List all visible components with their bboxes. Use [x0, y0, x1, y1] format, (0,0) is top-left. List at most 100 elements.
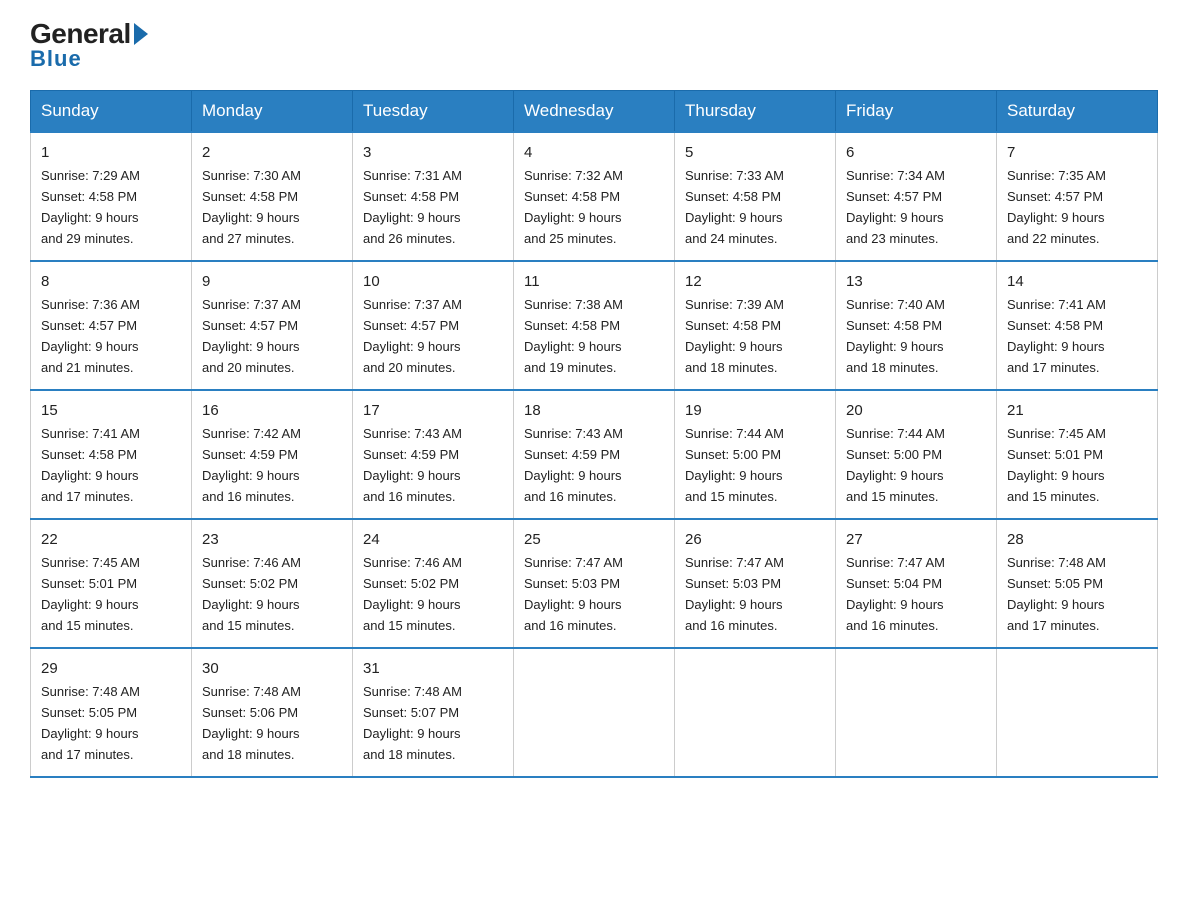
calendar-cell: 28 Sunrise: 7:48 AMSunset: 5:05 PMDaylig… [997, 519, 1158, 648]
weekday-header-monday: Monday [192, 91, 353, 133]
weekday-header-wednesday: Wednesday [514, 91, 675, 133]
day-info: Sunrise: 7:46 AMSunset: 5:02 PMDaylight:… [363, 555, 462, 633]
calendar-cell [997, 648, 1158, 777]
logo: General Blue [30, 20, 148, 72]
calendar-cell: 31 Sunrise: 7:48 AMSunset: 5:07 PMDaylig… [353, 648, 514, 777]
calendar-cell: 16 Sunrise: 7:42 AMSunset: 4:59 PMDaylig… [192, 390, 353, 519]
calendar-cell: 24 Sunrise: 7:46 AMSunset: 5:02 PMDaylig… [353, 519, 514, 648]
calendar-cell: 23 Sunrise: 7:46 AMSunset: 5:02 PMDaylig… [192, 519, 353, 648]
day-info: Sunrise: 7:43 AMSunset: 4:59 PMDaylight:… [524, 426, 623, 504]
day-number: 6 [846, 141, 986, 164]
day-number: 19 [685, 399, 825, 422]
calendar-cell: 14 Sunrise: 7:41 AMSunset: 4:58 PMDaylig… [997, 261, 1158, 390]
day-info: Sunrise: 7:38 AMSunset: 4:58 PMDaylight:… [524, 297, 623, 375]
calendar-table: SundayMondayTuesdayWednesdayThursdayFrid… [30, 90, 1158, 778]
day-number: 14 [1007, 270, 1147, 293]
week-row-5: 29 Sunrise: 7:48 AMSunset: 5:05 PMDaylig… [31, 648, 1158, 777]
day-info: Sunrise: 7:36 AMSunset: 4:57 PMDaylight:… [41, 297, 140, 375]
day-number: 26 [685, 528, 825, 551]
weekday-header-thursday: Thursday [675, 91, 836, 133]
day-number: 10 [363, 270, 503, 293]
calendar-cell: 5 Sunrise: 7:33 AMSunset: 4:58 PMDayligh… [675, 132, 836, 261]
day-info: Sunrise: 7:35 AMSunset: 4:57 PMDaylight:… [1007, 168, 1106, 246]
day-info: Sunrise: 7:46 AMSunset: 5:02 PMDaylight:… [202, 555, 301, 633]
calendar-cell: 8 Sunrise: 7:36 AMSunset: 4:57 PMDayligh… [31, 261, 192, 390]
day-number: 23 [202, 528, 342, 551]
weekday-row: SundayMondayTuesdayWednesdayThursdayFrid… [31, 91, 1158, 133]
day-info: Sunrise: 7:30 AMSunset: 4:58 PMDaylight:… [202, 168, 301, 246]
day-info: Sunrise: 7:32 AMSunset: 4:58 PMDaylight:… [524, 168, 623, 246]
day-info: Sunrise: 7:33 AMSunset: 4:58 PMDaylight:… [685, 168, 784, 246]
logo-name: General [30, 20, 148, 48]
day-info: Sunrise: 7:37 AMSunset: 4:57 PMDaylight:… [363, 297, 462, 375]
day-number: 4 [524, 141, 664, 164]
day-info: Sunrise: 7:47 AMSunset: 5:03 PMDaylight:… [524, 555, 623, 633]
day-info: Sunrise: 7:45 AMSunset: 5:01 PMDaylight:… [41, 555, 140, 633]
calendar-cell: 7 Sunrise: 7:35 AMSunset: 4:57 PMDayligh… [997, 132, 1158, 261]
day-info: Sunrise: 7:44 AMSunset: 5:00 PMDaylight:… [685, 426, 784, 504]
day-number: 8 [41, 270, 181, 293]
day-number: 27 [846, 528, 986, 551]
day-number: 1 [41, 141, 181, 164]
day-info: Sunrise: 7:47 AMSunset: 5:03 PMDaylight:… [685, 555, 784, 633]
day-number: 15 [41, 399, 181, 422]
page-header: General Blue [30, 20, 1158, 72]
week-row-2: 8 Sunrise: 7:36 AMSunset: 4:57 PMDayligh… [31, 261, 1158, 390]
day-number: 30 [202, 657, 342, 680]
calendar-cell: 29 Sunrise: 7:48 AMSunset: 5:05 PMDaylig… [31, 648, 192, 777]
weekday-header-friday: Friday [836, 91, 997, 133]
day-number: 16 [202, 399, 342, 422]
day-info: Sunrise: 7:40 AMSunset: 4:58 PMDaylight:… [846, 297, 945, 375]
day-info: Sunrise: 7:42 AMSunset: 4:59 PMDaylight:… [202, 426, 301, 504]
day-info: Sunrise: 7:44 AMSunset: 5:00 PMDaylight:… [846, 426, 945, 504]
logo-arrow-icon [134, 23, 148, 45]
day-number: 31 [363, 657, 503, 680]
day-info: Sunrise: 7:41 AMSunset: 4:58 PMDaylight:… [1007, 297, 1106, 375]
day-number: 25 [524, 528, 664, 551]
day-info: Sunrise: 7:43 AMSunset: 4:59 PMDaylight:… [363, 426, 462, 504]
calendar-cell: 6 Sunrise: 7:34 AMSunset: 4:57 PMDayligh… [836, 132, 997, 261]
calendar-cell: 3 Sunrise: 7:31 AMSunset: 4:58 PMDayligh… [353, 132, 514, 261]
day-info: Sunrise: 7:48 AMSunset: 5:06 PMDaylight:… [202, 684, 301, 762]
week-row-3: 15 Sunrise: 7:41 AMSunset: 4:58 PMDaylig… [31, 390, 1158, 519]
day-number: 21 [1007, 399, 1147, 422]
day-number: 13 [846, 270, 986, 293]
day-info: Sunrise: 7:48 AMSunset: 5:05 PMDaylight:… [1007, 555, 1106, 633]
calendar-cell: 9 Sunrise: 7:37 AMSunset: 4:57 PMDayligh… [192, 261, 353, 390]
calendar-cell: 4 Sunrise: 7:32 AMSunset: 4:58 PMDayligh… [514, 132, 675, 261]
calendar-cell: 12 Sunrise: 7:39 AMSunset: 4:58 PMDaylig… [675, 261, 836, 390]
calendar-cell: 19 Sunrise: 7:44 AMSunset: 5:00 PMDaylig… [675, 390, 836, 519]
weekday-header-tuesday: Tuesday [353, 91, 514, 133]
calendar-cell: 10 Sunrise: 7:37 AMSunset: 4:57 PMDaylig… [353, 261, 514, 390]
calendar-cell: 17 Sunrise: 7:43 AMSunset: 4:59 PMDaylig… [353, 390, 514, 519]
calendar-cell: 2 Sunrise: 7:30 AMSunset: 4:58 PMDayligh… [192, 132, 353, 261]
calendar-cell: 26 Sunrise: 7:47 AMSunset: 5:03 PMDaylig… [675, 519, 836, 648]
calendar-cell: 21 Sunrise: 7:45 AMSunset: 5:01 PMDaylig… [997, 390, 1158, 519]
day-number: 28 [1007, 528, 1147, 551]
weekday-header-saturday: Saturday [997, 91, 1158, 133]
day-info: Sunrise: 7:48 AMSunset: 5:05 PMDaylight:… [41, 684, 140, 762]
calendar-cell [675, 648, 836, 777]
day-number: 3 [363, 141, 503, 164]
calendar-cell: 15 Sunrise: 7:41 AMSunset: 4:58 PMDaylig… [31, 390, 192, 519]
calendar-cell: 27 Sunrise: 7:47 AMSunset: 5:04 PMDaylig… [836, 519, 997, 648]
day-info: Sunrise: 7:34 AMSunset: 4:57 PMDaylight:… [846, 168, 945, 246]
calendar-cell: 25 Sunrise: 7:47 AMSunset: 5:03 PMDaylig… [514, 519, 675, 648]
day-number: 20 [846, 399, 986, 422]
day-number: 5 [685, 141, 825, 164]
week-row-4: 22 Sunrise: 7:45 AMSunset: 5:01 PMDaylig… [31, 519, 1158, 648]
day-info: Sunrise: 7:47 AMSunset: 5:04 PMDaylight:… [846, 555, 945, 633]
day-info: Sunrise: 7:37 AMSunset: 4:57 PMDaylight:… [202, 297, 301, 375]
week-row-1: 1 Sunrise: 7:29 AMSunset: 4:58 PMDayligh… [31, 132, 1158, 261]
calendar-cell: 11 Sunrise: 7:38 AMSunset: 4:58 PMDaylig… [514, 261, 675, 390]
day-number: 17 [363, 399, 503, 422]
calendar-cell: 22 Sunrise: 7:45 AMSunset: 5:01 PMDaylig… [31, 519, 192, 648]
day-info: Sunrise: 7:41 AMSunset: 4:58 PMDaylight:… [41, 426, 140, 504]
calendar-body: 1 Sunrise: 7:29 AMSunset: 4:58 PMDayligh… [31, 132, 1158, 777]
day-number: 29 [41, 657, 181, 680]
day-number: 9 [202, 270, 342, 293]
day-info: Sunrise: 7:48 AMSunset: 5:07 PMDaylight:… [363, 684, 462, 762]
calendar-header: SundayMondayTuesdayWednesdayThursdayFrid… [31, 91, 1158, 133]
day-number: 22 [41, 528, 181, 551]
calendar-cell: 13 Sunrise: 7:40 AMSunset: 4:58 PMDaylig… [836, 261, 997, 390]
